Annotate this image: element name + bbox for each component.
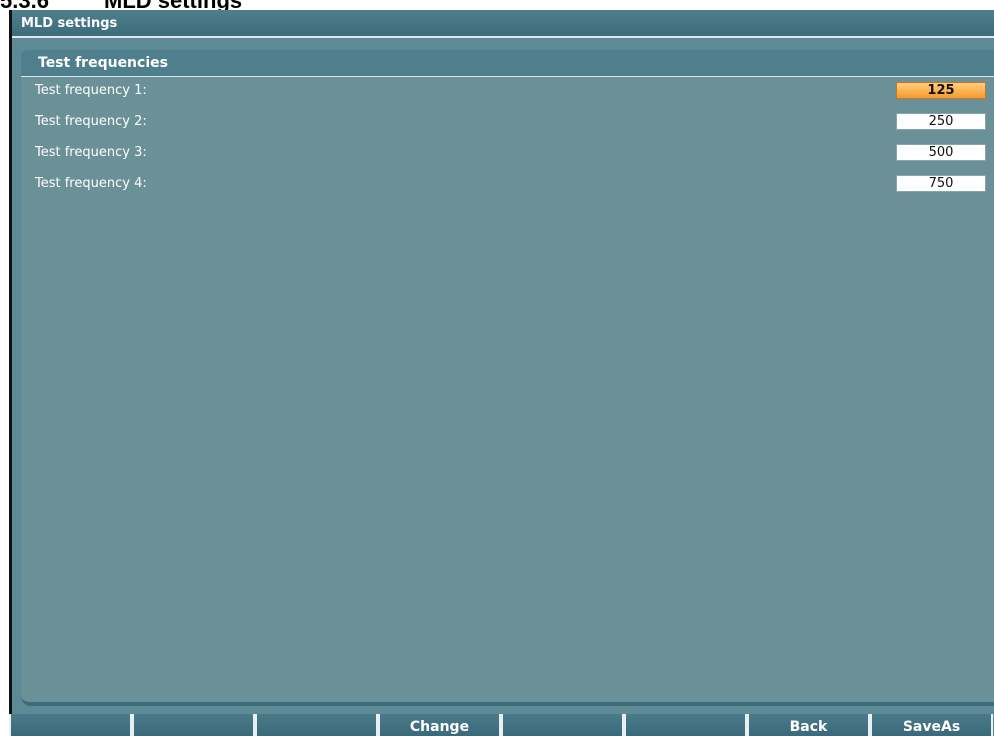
- back-button[interactable]: Back: [747, 714, 870, 736]
- frequency-label: Test frequency 2:: [35, 114, 147, 129]
- settings-window: MLD settings Test frequencies Test frequ…: [12, 10, 994, 736]
- frequency-value-field[interactable]: 750: [896, 175, 986, 192]
- frequency-label: Test frequency 3:: [35, 145, 147, 160]
- function-key-3[interactable]: [255, 714, 378, 736]
- frequency-label: Test frequency 4:: [35, 176, 147, 191]
- frequency-value-field[interactable]: 500: [896, 144, 986, 161]
- panel-header: Test frequencies: [21, 50, 994, 77]
- function-key-5[interactable]: [501, 714, 624, 736]
- frequency-row-2[interactable]: Test frequency 2: 250: [21, 108, 994, 139]
- function-key-6[interactable]: [624, 714, 747, 736]
- frequency-label: Test frequency 1:: [35, 83, 147, 98]
- change-button[interactable]: Change: [378, 714, 501, 736]
- function-key-2[interactable]: [132, 714, 255, 736]
- test-frequencies-panel: Test frequencies Test frequency 1: 125 T…: [21, 50, 994, 706]
- save-as-button[interactable]: SaveAs: [870, 714, 993, 736]
- frequency-value-field[interactable]: 250: [896, 113, 986, 130]
- frequency-row-1[interactable]: Test frequency 1: 125: [21, 77, 994, 108]
- window-title: MLD settings: [12, 10, 994, 38]
- frequency-value-field[interactable]: 125: [896, 82, 986, 99]
- function-key-bar: Change Back SaveAs: [9, 714, 994, 736]
- frequency-row-3[interactable]: Test frequency 3: 500: [21, 139, 994, 170]
- frequency-row-4[interactable]: Test frequency 4: 750: [21, 170, 994, 201]
- function-key-1[interactable]: [9, 714, 132, 736]
